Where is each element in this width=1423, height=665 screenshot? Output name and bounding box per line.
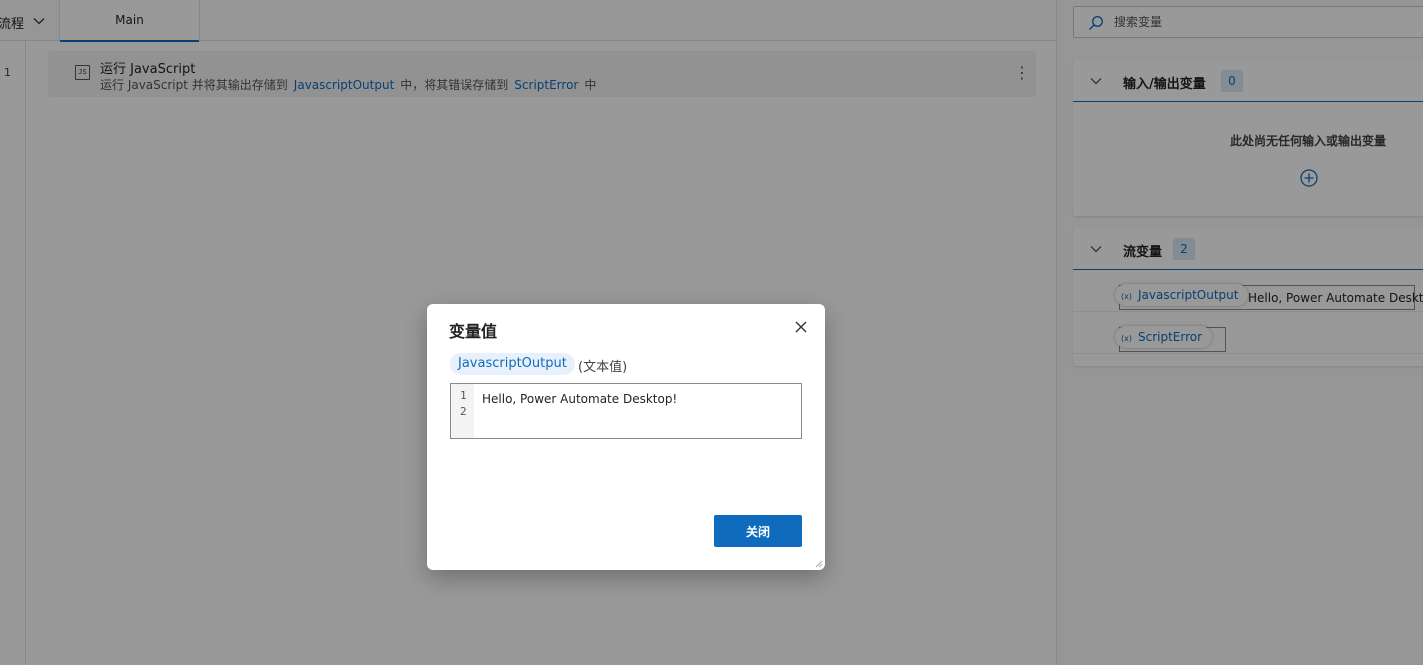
dialog-title: 变量值 <box>449 322 498 341</box>
variable-value-dialog: 变量值 JavascriptOutput (文本值) 1 2 Hello, Po… <box>427 304 825 570</box>
editor-line-gutter: 1 2 <box>451 384 474 438</box>
close-button[interactable]: 关闭 <box>714 515 802 547</box>
close-icon[interactable] <box>793 319 809 335</box>
editor-text: Hello, Power Automate Desktop! <box>482 392 678 406</box>
dialog-variable-type: (文本值) <box>578 360 628 375</box>
editor-line-number: 2 <box>460 405 467 418</box>
editor-line-number: 1 <box>460 389 467 402</box>
resize-grip-icon[interactable] <box>813 558 823 568</box>
variable-value-editor[interactable]: 1 2 Hello, Power Automate Desktop! <box>450 383 802 439</box>
dialog-variable-name-pill: JavascriptOutput <box>450 353 575 375</box>
